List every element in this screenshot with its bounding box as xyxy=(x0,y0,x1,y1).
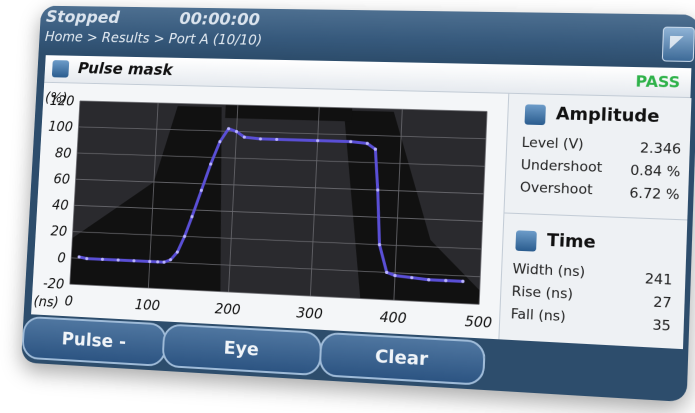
time-icon xyxy=(515,230,537,251)
amplitude-row-value: 2.346 xyxy=(607,139,682,158)
time-row-value: 35 xyxy=(596,314,671,334)
time-row-label: Fall (ns) xyxy=(510,306,566,325)
x-tick-label: 0 xyxy=(64,293,73,309)
result-badge: PASS xyxy=(635,72,680,91)
y-tick-label: 80 xyxy=(55,145,72,161)
y-tick-label: 40 xyxy=(52,197,69,214)
timer: 00:00:00 xyxy=(179,10,260,31)
amplitude-row-label: Overshoot xyxy=(520,179,593,198)
y-tick-label: 100 xyxy=(48,119,73,136)
time-row-label: Rise (ns) xyxy=(511,283,573,302)
clear-button[interactable]: Clear xyxy=(319,332,486,386)
panel-title: Pulse mask xyxy=(78,59,174,79)
time-row-label: Width (ns) xyxy=(512,261,585,281)
chart-icon xyxy=(52,60,69,78)
y-tick-label: -20 xyxy=(43,276,65,293)
x-tick-label: 200 xyxy=(214,301,241,319)
status-text: Stopped xyxy=(46,8,121,28)
x-tick-label: 500 xyxy=(464,314,492,332)
y-tick-label: 20 xyxy=(50,224,67,241)
x-tick-label: 400 xyxy=(379,309,407,327)
time-row-value: 27 xyxy=(597,292,672,312)
x-tick-label: 100 xyxy=(134,297,160,314)
pulse-mask-chart: 120100806040200-200 100 200 300 400 500(%)(ns… xyxy=(31,83,506,339)
amplitude-icon xyxy=(524,104,545,125)
x-axis-unit: (ns) xyxy=(33,294,59,311)
y-axis-unit: (%) xyxy=(45,90,68,106)
time-title: Time xyxy=(546,231,596,254)
app-icon[interactable] xyxy=(662,27,695,62)
amplitude-row-value: 6.72 % xyxy=(605,184,680,203)
amplitude-row-label: Level (V) xyxy=(521,135,584,153)
time-row-value: 241 xyxy=(598,269,673,289)
amplitude-row-label: Undershoot xyxy=(520,157,602,176)
eye-button[interactable]: Eye xyxy=(161,323,322,376)
breadcrumb[interactable]: Home > Results > Port A (10/10) xyxy=(45,29,263,48)
x-tick-label: 300 xyxy=(296,305,323,323)
pulse-mask-panel: Pulse mask PASS 120 100 80 60 40 20 0 -20 0 100 20… xyxy=(31,55,691,349)
amplitude-row-value: 0.84 % xyxy=(606,162,681,181)
y-tick-label: 0 xyxy=(57,250,66,266)
device-screen: Stopped 00:00:00 Home > Results > Port A… xyxy=(21,6,695,402)
results-sidebar: Amplitude Level (V) 2.346 Undershoot 0.8… xyxy=(498,94,691,349)
section-divider xyxy=(504,212,687,220)
y-tick-label: 60 xyxy=(53,171,70,187)
pulse-button[interactable]: Pulse - xyxy=(21,316,167,367)
amplitude-title: Amplitude xyxy=(556,104,660,127)
